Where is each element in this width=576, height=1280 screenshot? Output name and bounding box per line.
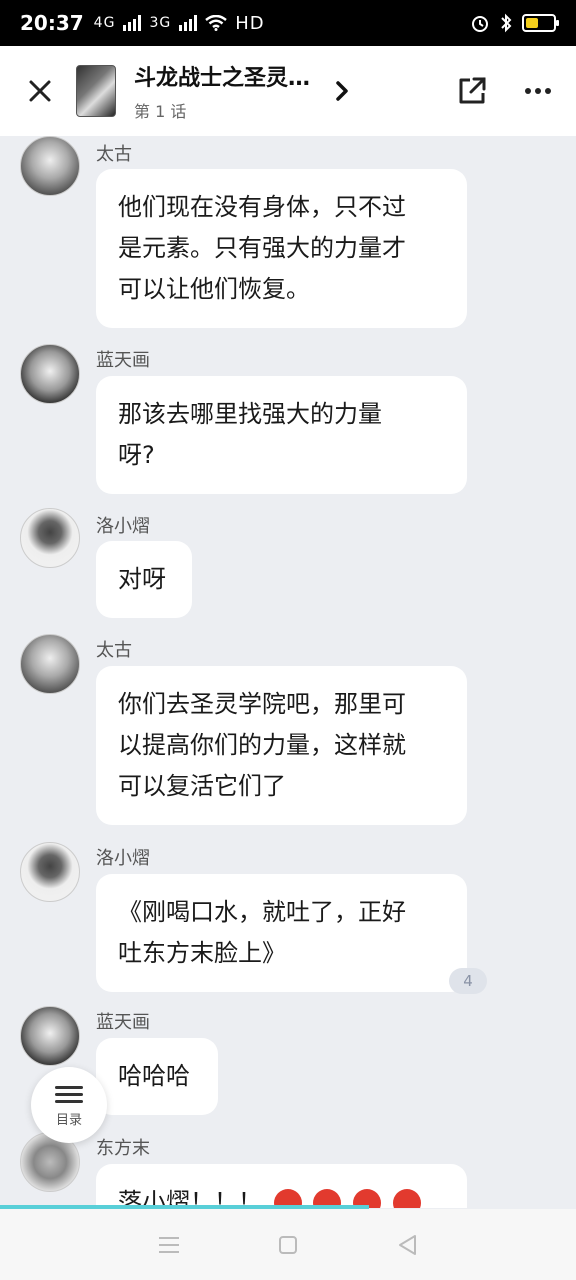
speaker-name: 洛小熠 — [96, 848, 150, 869]
network-3g-label: 3G — [149, 15, 172, 31]
title-block[interactable]: 斗龙战士之圣灵… 第 1 话 — [134, 60, 324, 122]
signal-indicators: 4G 3G HD — [94, 13, 265, 34]
bubble-line: 对呀 — [118, 565, 166, 593]
bubble-line: 是元素。只有强大的力量才 — [118, 234, 406, 262]
wifi-hd-label: HD — [235, 12, 265, 34]
chat-bubble[interactable]: 你们去圣灵学院吧，那里可 以提高你们的力量，这样就 可以复活它们了 — [96, 666, 467, 825]
speaker-name: 太古 — [96, 144, 132, 165]
chat-bubble[interactable]: 哈哈哈 — [96, 1038, 218, 1115]
avatar-lantianhua[interactable] — [20, 344, 80, 404]
bubble-line: 他们现在没有身体，只不过 — [118, 193, 406, 221]
bubble-line: 可以让他们恢复。 — [118, 275, 310, 303]
home-icon — [278, 1235, 297, 1254]
chat-bubble[interactable]: 他们现在没有身体，只不过 是元素。只有强大的力量才 可以让他们恢复。 — [96, 169, 467, 328]
avatar-luoxiaoyi[interactable] — [20, 842, 80, 902]
speaker-name: 太古 — [96, 640, 132, 661]
signal-icon-2 — [179, 15, 198, 31]
bubble-line: 吐东方末脸上》 — [118, 939, 286, 967]
chat-bubble[interactable]: 落小熠！！！ — [96, 1164, 467, 1208]
comic-cover-thumbnail[interactable] — [76, 65, 116, 117]
home-nav-button[interactable] — [268, 1225, 308, 1265]
chat-bubble[interactable]: 那该去哪里找强大的力量 呀? — [96, 376, 467, 494]
bubble-line: 你们去圣灵学院吧，那里可 — [118, 690, 406, 718]
bubble-line: 那该去哪里找强大的力量 — [118, 400, 382, 428]
bubble-line: 哈哈哈 — [118, 1062, 190, 1090]
status-bar: 20:37 4G 3G HD — [0, 0, 576, 46]
chat-bubble[interactable]: 对呀 — [96, 541, 192, 618]
comment-count-badge[interactable]: 4 — [449, 968, 487, 994]
reader-header: 斗龙战士之圣灵… 第 1 话 — [0, 46, 576, 136]
speaker-name: 东方末 — [96, 1138, 150, 1159]
more-button[interactable] — [518, 71, 558, 111]
chevron-right-icon — [336, 81, 348, 101]
speaker-name: 蓝天画 — [96, 1012, 150, 1033]
close-icon — [29, 80, 51, 102]
bubble-line: 呀? — [118, 441, 155, 469]
comic-title: 斗龙战士之圣灵… — [134, 66, 311, 91]
bluetooth-icon — [501, 13, 512, 33]
chat-feed[interactable]: 太古 他们现在没有身体，只不过 是元素。只有强大的力量才 可以让他们恢复。 蓝天… — [0, 136, 576, 1208]
back-icon — [398, 1234, 416, 1255]
menu-nav-button[interactable] — [149, 1225, 189, 1265]
toc-button[interactable]: 目录 — [31, 1067, 107, 1143]
toc-label: 目录 — [55, 1113, 82, 1128]
close-button[interactable] — [20, 71, 60, 111]
episode-label: 第 1 话 — [134, 102, 187, 121]
signal-icon — [123, 15, 142, 31]
avatar-luoxiaoyi[interactable] — [20, 508, 80, 568]
menu-icon — [159, 1236, 180, 1253]
back-nav-button[interactable] — [387, 1225, 427, 1265]
bubble-line: 可以复活它们了 — [118, 772, 286, 800]
bubble-line: 《刚喝口水，就吐了，正好 — [118, 898, 406, 926]
list-icon — [55, 1082, 83, 1107]
network-4g-label: 4G — [93, 15, 116, 31]
bubble-line: 以提高你们的力量，这样就 — [118, 731, 406, 759]
avatar-lantianhua[interactable] — [20, 1006, 80, 1066]
share-icon — [459, 77, 486, 104]
avatar-taigu[interactable] — [20, 634, 80, 694]
speaker-name: 蓝天画 — [96, 350, 150, 371]
more-icon — [525, 88, 551, 94]
avatar-taigu[interactable] — [20, 136, 80, 196]
status-time: 20:37 — [20, 11, 84, 35]
alarm-icon — [472, 16, 488, 32]
wifi-icon — [205, 15, 227, 31]
title-chevron[interactable] — [334, 79, 358, 103]
battery-icon — [522, 14, 559, 32]
speaker-name: 洛小熠 — [96, 516, 150, 537]
chat-bubble[interactable]: 《刚喝口水，就吐了，正好 吐东方末脸上》 — [96, 874, 467, 992]
share-button[interactable] — [452, 71, 492, 111]
system-navigation-bar — [0, 1209, 576, 1280]
